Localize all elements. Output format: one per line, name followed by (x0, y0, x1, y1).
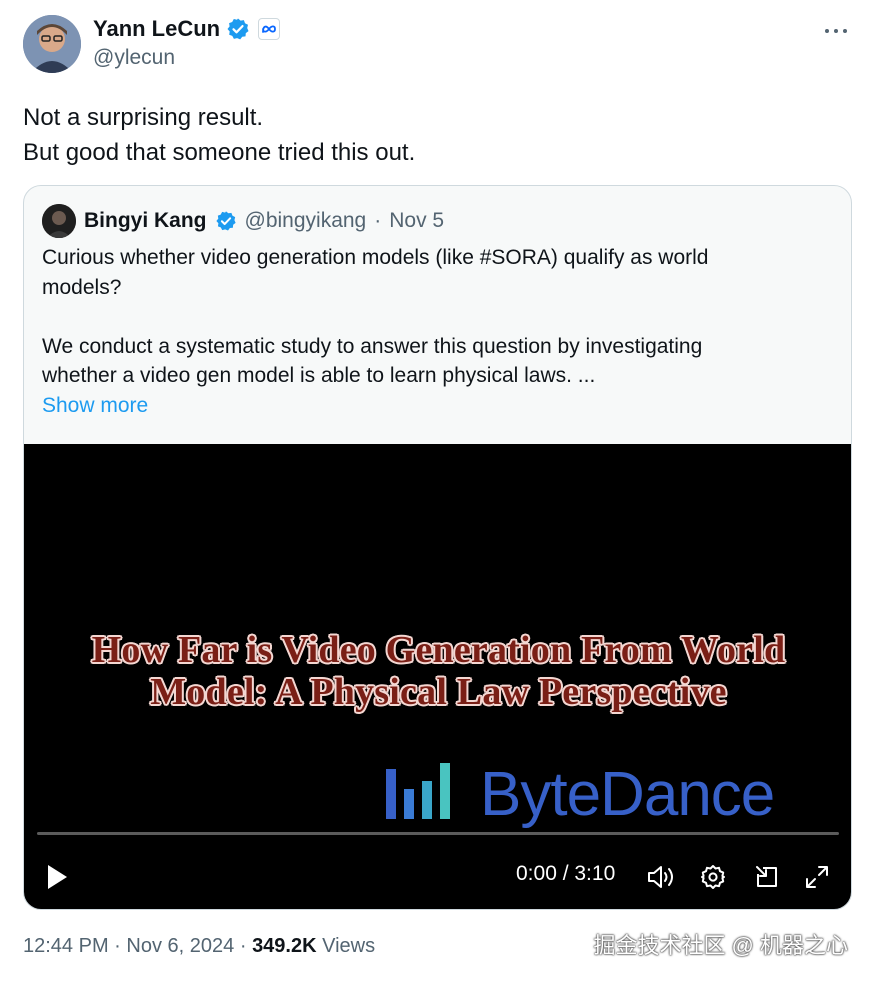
video-title: How Far is Video Generation From World M… (24, 629, 851, 713)
tweet-text: Not a surprising result. But good that s… (23, 100, 415, 170)
quoted-text-line: models? (42, 275, 122, 299)
video-title-line: How Far is Video Generation From World (91, 629, 786, 671)
quoted-text-line: whether a video gen model is able to lea… (42, 364, 596, 387)
quoted-tweet-header: Bingyi Kang @bingyikang · Nov 5 (42, 204, 444, 238)
quoted-author-handle: @bingyikang (244, 209, 367, 232)
show-more-link[interactable]: Show more (42, 391, 832, 421)
meta-logo-icon[interactable] (258, 18, 281, 40)
views-count: 349.2K (252, 935, 317, 957)
video-timecode: 0:00 / 3:10 (516, 862, 616, 885)
meta-separator: · (239, 935, 247, 957)
video-controls: 0:00 / 3:10 (24, 854, 851, 898)
picture-in-picture-icon[interactable] (750, 860, 784, 894)
author-name[interactable]: Yann LeCun (93, 16, 220, 42)
volume-icon[interactable] (644, 860, 678, 894)
tweet-footer: 12:44 PM · Nov 6, 2024 · 349.2K Views (23, 935, 375, 958)
video-title-line: Model: A Physical Law Perspective (150, 671, 727, 713)
quoted-text-line: Curious whether video generation models … (42, 246, 709, 269)
tweet-date[interactable]: Nov 6, 2024 (126, 935, 234, 957)
quoted-tweet-card[interactable]: Bingyi Kang @bingyikang · Nov 5 Curious … (23, 185, 852, 910)
tweet-time[interactable]: 12:44 PM (23, 935, 109, 957)
quoted-author-name: Bingyi Kang (84, 209, 207, 232)
author-handle[interactable]: @ylecun (93, 46, 175, 70)
more-options-icon[interactable] (822, 22, 850, 40)
author-avatar[interactable] (23, 15, 81, 73)
settings-gear-icon[interactable] (696, 860, 730, 894)
bytedance-brand: ByteDance (384, 759, 775, 830)
author-name-row[interactable]: Yann LeCun (93, 16, 281, 42)
quoted-author-avatar (42, 204, 76, 238)
quoted-tweet-date: Nov 5 (389, 209, 445, 232)
verified-badge-icon (215, 210, 237, 232)
watermark: 掘金技术社区 @ 机器之心 (593, 933, 848, 958)
tweet-line: But good that someone tried this out. (23, 139, 416, 166)
bytedance-wordmark: ByteDance (480, 760, 775, 829)
quoted-tweet-text: Curious whether video generation models … (42, 243, 832, 420)
video-player[interactable]: How Far is Video Generation From World M… (24, 444, 851, 909)
quoted-text-line: We conduct a systematic study to answer … (42, 334, 703, 358)
play-icon[interactable] (42, 862, 72, 892)
meta-separator: · (114, 935, 121, 957)
video-progress-bar[interactable] (37, 832, 839, 835)
views-label: Views (322, 935, 376, 957)
meta-separator: · (374, 209, 382, 232)
verified-badge-icon (226, 17, 250, 41)
fullscreen-icon[interactable] (800, 860, 834, 894)
bytedance-logo-icon (384, 761, 456, 828)
tweet-line: Not a surprising result. (23, 104, 264, 131)
